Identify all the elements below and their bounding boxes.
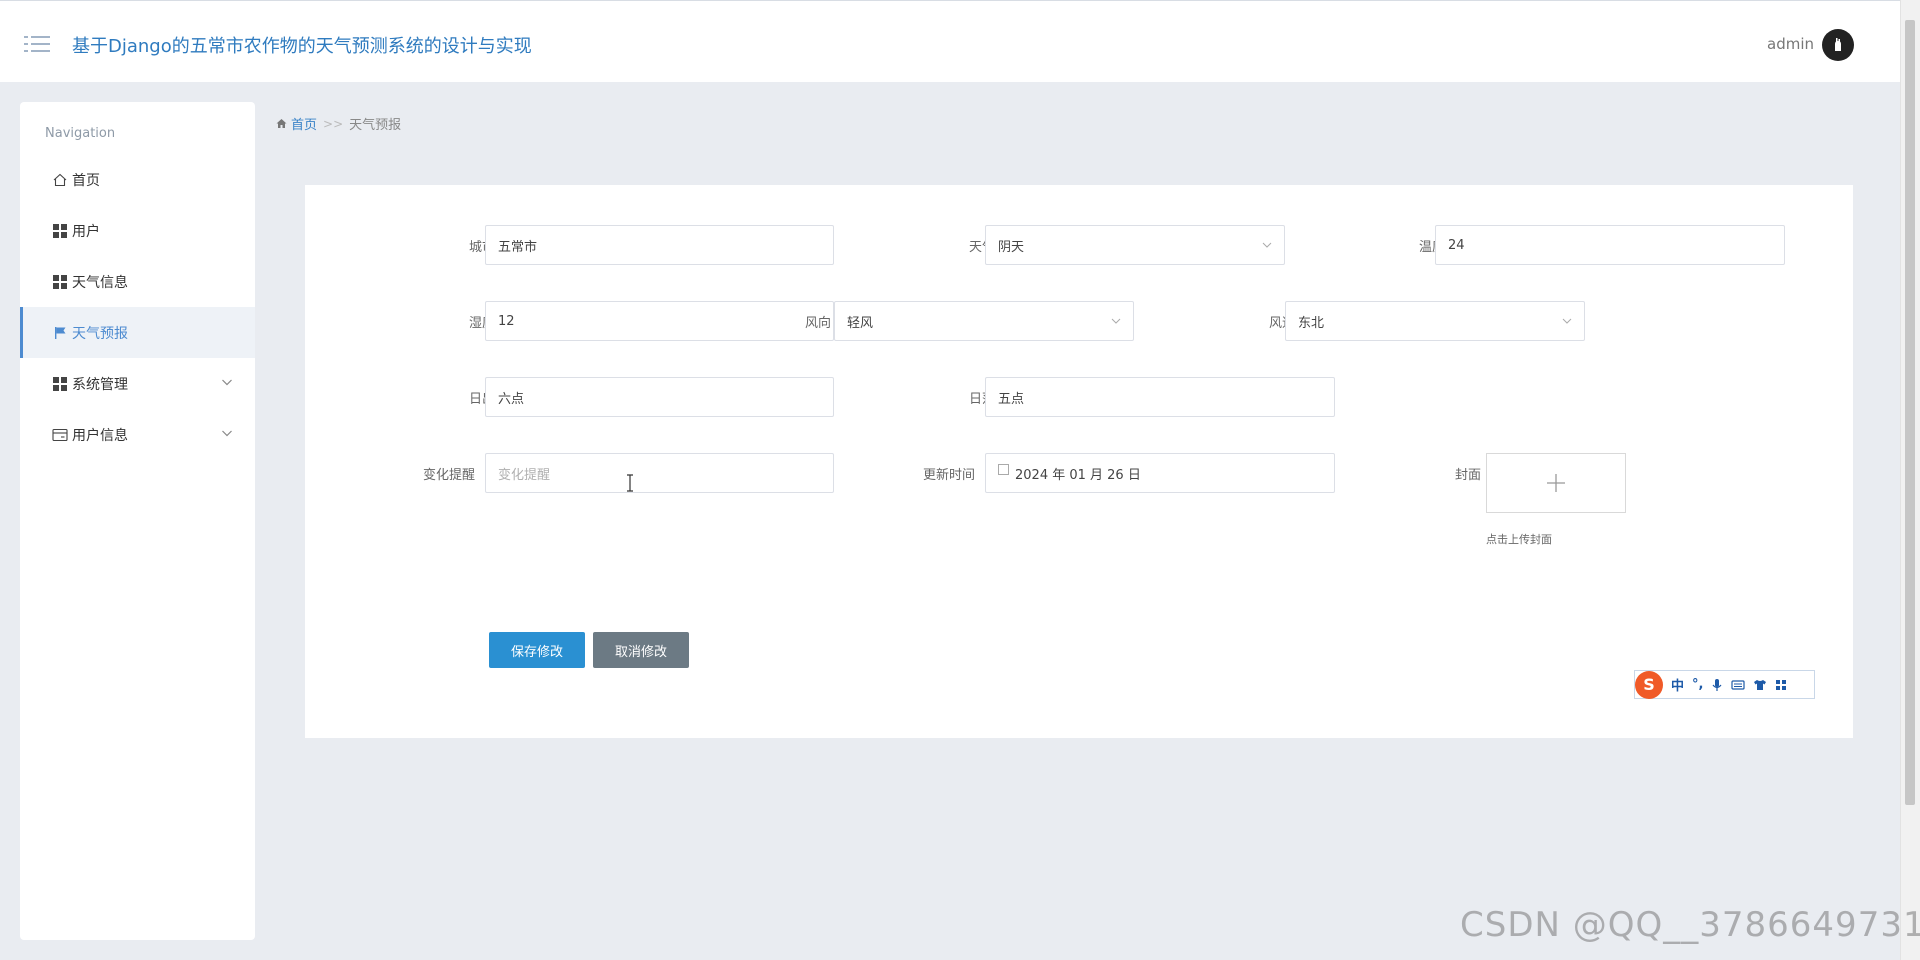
home-icon (276, 119, 287, 128)
sidebar-item-users[interactable]: 用户 (20, 205, 255, 256)
cancel-button[interactable]: 取消修改 (593, 632, 689, 668)
user-name[interactable]: admin (1767, 35, 1814, 53)
sidebar-item-label: 用户 (72, 223, 100, 240)
menu-toggle-icon[interactable] (24, 34, 50, 56)
vertical-scrollbar[interactable] (1900, 0, 1920, 960)
sidebar-item-label: 用户信息 (72, 427, 128, 444)
flag-icon (52, 325, 68, 341)
sidebar: Navigation 首页 用户 天气信息 天气预报 系统管理 用户信息 (20, 102, 255, 940)
wind-direction-select-value: 轻风 (847, 315, 874, 331)
sidebar-item-home[interactable]: 首页 (20, 154, 255, 205)
plus-icon (1547, 474, 1565, 492)
scrollbar-thumb[interactable] (1905, 20, 1915, 805)
cover-upload-button[interactable] (1486, 453, 1626, 513)
app-title: 基于Django的五常市农作物的天气预测系统的设计与实现 (72, 36, 532, 57)
breadcrumb: 首页 >> 天气预报 (276, 114, 401, 133)
sidebar-item-label: 天气预报 (72, 325, 128, 342)
ime-mode-toggle[interactable]: 中 (1671, 675, 1684, 694)
sidebar-item-weather-info[interactable]: 天气信息 (20, 256, 255, 307)
chevron-down-icon[interactable] (221, 427, 233, 439)
avatar[interactable] (1822, 29, 1854, 61)
ime-toolbar[interactable]: S 中 °, (1634, 670, 1815, 699)
watermark: CSDN @QQ__3786649731 (1460, 905, 1920, 945)
cover-label: 封面 (1454, 468, 1481, 483)
change-alert-input[interactable]: 变化提醒 (485, 453, 834, 493)
chevron-down-icon[interactable] (221, 376, 233, 388)
text-cursor-icon (627, 474, 633, 492)
sidebar-item-label: 天气信息 (72, 274, 128, 291)
card-icon (52, 427, 68, 443)
nav-list: 首页 用户 天气信息 天气预报 系统管理 用户信息 (20, 154, 255, 460)
save-button[interactable]: 保存修改 (489, 632, 585, 668)
grid-icon (52, 376, 68, 392)
skin-shirt-icon[interactable] (1753, 679, 1767, 691)
weather-select-value: 阴天 (998, 239, 1025, 255)
chevron-down-icon (1262, 242, 1272, 248)
cover-upload-hint: 点击上传封面 (1486, 533, 1552, 546)
chevron-down-icon (1111, 318, 1121, 324)
toolbox-grid-icon[interactable] (1775, 679, 1787, 691)
home-icon (52, 172, 68, 188)
ime-punctuation-toggle[interactable]: °, (1692, 677, 1703, 692)
breadcrumb-current: 天气预报 (349, 118, 402, 133)
microphone-icon[interactable] (1711, 678, 1723, 692)
grid-icon (52, 274, 68, 290)
breadcrumb-home-label[interactable]: 首页 (291, 114, 317, 133)
change-alert-label: 变化提醒 (422, 468, 475, 483)
breadcrumb-separator: >> (323, 116, 344, 131)
update-time-label: 更新时间 (922, 468, 975, 483)
sogou-logo-icon[interactable]: S (1635, 670, 1663, 699)
city-input[interactable]: 五常市 (485, 225, 834, 265)
breadcrumb-home[interactable]: 首页 (276, 114, 317, 133)
update-time-datepicker[interactable]: 2024 年 01 月 26 日 (985, 453, 1335, 493)
wind-speed-select[interactable]: 东北 (1285, 301, 1585, 341)
keyboard-icon[interactable] (1731, 679, 1746, 691)
weather-select[interactable]: 阴天 (985, 225, 1285, 265)
user-avatar-icon (1835, 38, 1841, 51)
sunrise-input[interactable]: 六点 (485, 377, 834, 417)
calendar-icon (998, 463, 1009, 475)
top-header: 基于Django的五常市农作物的天气预测系统的设计与实现 admin (0, 0, 1900, 82)
sunset-input[interactable]: 五点 (985, 377, 1335, 417)
chevron-down-icon (1562, 318, 1572, 324)
sidebar-item-user-info[interactable]: 用户信息 (20, 409, 255, 460)
update-time-value: 2024 年 01 月 26 日 (1015, 467, 1141, 483)
sidebar-item-system-management[interactable]: 系统管理 (20, 358, 255, 409)
sidebar-item-weather-forecast[interactable]: 天气预报 (20, 307, 255, 358)
grid-icon (52, 223, 68, 239)
wind-direction-label: 风向 (804, 316, 831, 331)
sidebar-item-label: 首页 (72, 172, 100, 189)
temperature-input[interactable]: 24 (1435, 225, 1785, 265)
wind-direction-select[interactable]: 轻风 (834, 301, 1134, 341)
nav-heading: Navigation (45, 126, 116, 141)
sidebar-item-label: 系统管理 (72, 376, 128, 393)
wind-speed-select-value: 东北 (1298, 315, 1325, 331)
